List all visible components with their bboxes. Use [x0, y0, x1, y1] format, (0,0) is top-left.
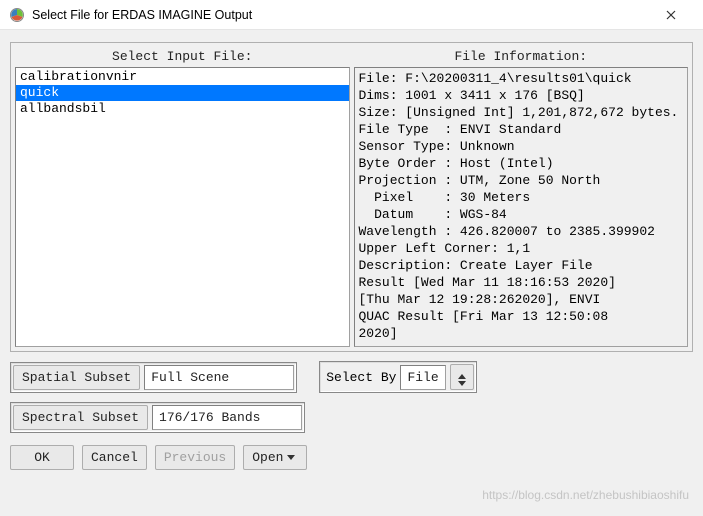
file-info-heading: File Information: — [354, 47, 689, 67]
input-file-panel: Select Input File: calibrationvnirquicka… — [15, 47, 350, 347]
spatial-subset-value[interactable]: Full Scene — [144, 365, 294, 390]
cancel-button[interactable]: Cancel — [82, 445, 147, 470]
app-icon — [8, 6, 26, 24]
input-file-heading: Select Input File: — [15, 47, 350, 67]
spectral-subset-button[interactable]: Spectral Subset — [13, 405, 148, 430]
spatial-subset-button[interactable]: Spatial Subset — [13, 365, 140, 390]
ok-button[interactable]: OK — [10, 445, 74, 470]
dialog-button-bar: OK Cancel Previous Open — [10, 445, 693, 470]
open-button[interactable]: Open — [243, 445, 307, 470]
close-icon — [666, 10, 676, 20]
list-item[interactable]: quick — [16, 85, 349, 101]
chevron-down-icon — [287, 455, 295, 460]
input-file-list[interactable]: calibrationvnirquickallbandsbil — [15, 67, 350, 347]
list-item[interactable]: allbandsbil — [16, 101, 349, 117]
titlebar: Select File for ERDAS IMAGINE Output — [0, 0, 703, 30]
sort-icon — [457, 374, 467, 386]
sort-toggle-button[interactable] — [450, 364, 474, 390]
file-info-panel: File Information: File: F:\20200311_4\re… — [354, 47, 689, 347]
previous-button: Previous — [155, 445, 235, 470]
file-info-text: File: F:\20200311_4\results01\quick Dims… — [354, 67, 689, 347]
close-button[interactable] — [649, 1, 693, 29]
select-by-group: Select By File — [319, 361, 476, 393]
spectral-subset-group: Spectral Subset 176/176 Bands — [10, 402, 305, 433]
top-frame: Select Input File: calibrationvnirquicka… — [10, 42, 693, 352]
select-by-label: Select By — [322, 368, 400, 387]
list-item[interactable]: calibrationvnir — [16, 69, 349, 85]
select-by-value[interactable]: File — [400, 365, 445, 390]
spatial-subset-group: Spatial Subset Full Scene — [10, 362, 297, 393]
open-button-label: Open — [252, 450, 283, 465]
spectral-subset-value[interactable]: 176/176 Bands — [152, 405, 302, 430]
window-title: Select File for ERDAS IMAGINE Output — [32, 8, 649, 22]
